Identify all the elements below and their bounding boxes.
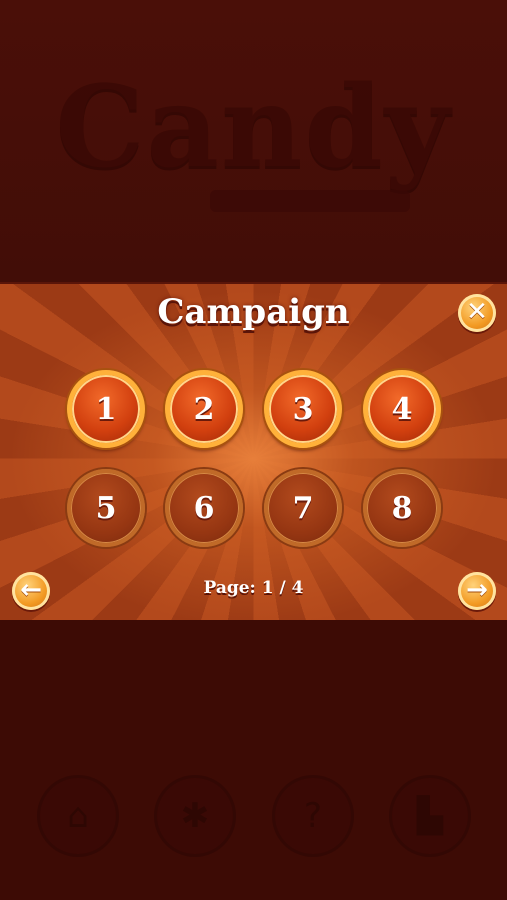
level-number: 2 <box>193 391 215 427</box>
background-leaderboard-button: ▙ <box>392 778 468 854</box>
level-button-2[interactable]: 2 <box>165 370 243 448</box>
background-home-button: ⌂ <box>40 778 116 854</box>
background-settings-button: ✱ <box>157 778 233 854</box>
arrow-right-icon: → <box>466 575 488 605</box>
next-page-button[interactable]: → <box>458 572 496 610</box>
level-button-5[interactable]: 5 <box>67 469 145 547</box>
help-question-icon: ? <box>303 796 323 836</box>
close-icon: ✕ <box>466 297 488 327</box>
background-logo-subtitle <box>210 190 410 212</box>
page-indicator: Page: 1 / 4 <box>203 578 304 598</box>
level-button-1[interactable]: 1 <box>67 370 145 448</box>
level-number: 6 <box>193 490 215 526</box>
close-button[interactable]: ✕ <box>458 294 496 332</box>
home-icon: ⌂ <box>67 796 89 836</box>
level-number: 5 <box>95 490 117 526</box>
campaign-dialog <box>0 282 507 622</box>
level-button-8[interactable]: 8 <box>363 469 441 547</box>
level-button-3[interactable]: 3 <box>264 370 342 448</box>
level-number: 7 <box>292 490 314 526</box>
background-bottom <box>0 620 507 900</box>
background-logo: Candy <box>55 62 452 193</box>
level-button-4[interactable]: 4 <box>363 370 441 448</box>
level-number: 4 <box>391 391 413 427</box>
level-button-7[interactable]: 7 <box>264 469 342 547</box>
level-number: 1 <box>95 391 117 427</box>
level-button-6[interactable]: 6 <box>165 469 243 547</box>
dialog-title: Campaign <box>157 292 350 332</box>
settings-gear-icon: ✱ <box>180 796 210 836</box>
leaderboard-icon: ▙ <box>416 796 444 836</box>
level-number: 8 <box>391 490 413 526</box>
level-number: 3 <box>292 391 314 427</box>
background-help-button: ? <box>275 778 351 854</box>
